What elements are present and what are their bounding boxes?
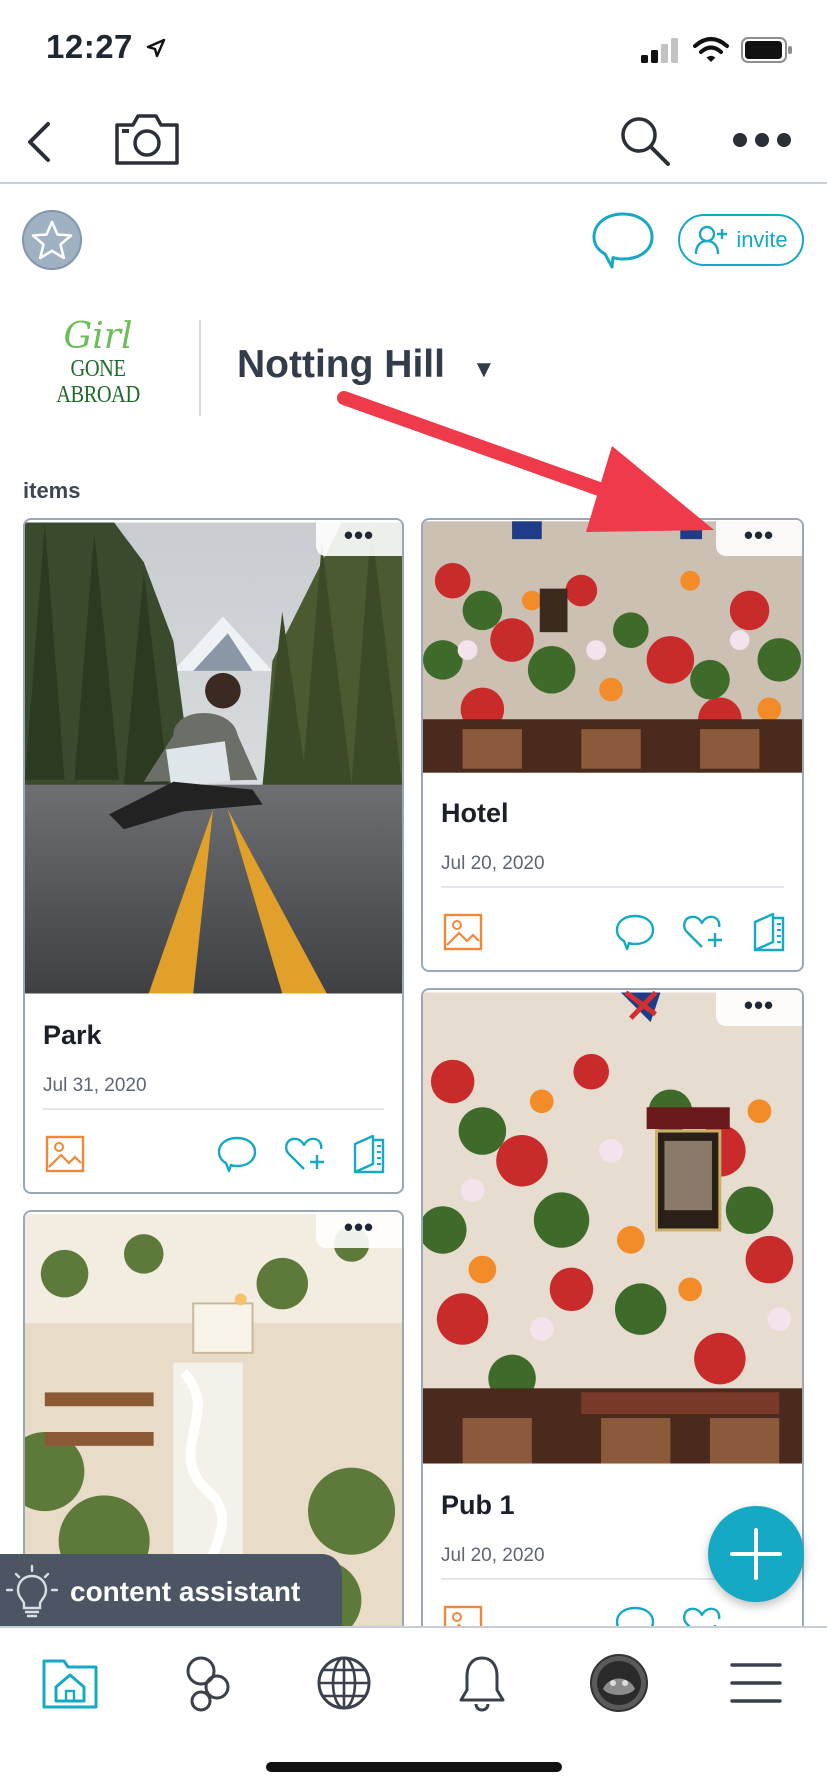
item-card-hotel[interactable]: ••• Hotel Jul 20, 2020 <box>421 518 804 972</box>
card-actions <box>441 910 790 956</box>
chat-icon <box>592 212 654 269</box>
image-icon <box>443 913 483 951</box>
tab-connections[interactable] <box>172 1648 242 1718</box>
search-icon <box>621 117 670 166</box>
card-divider <box>441 886 784 888</box>
comment-button[interactable] <box>613 910 657 954</box>
card-title: Hotel <box>441 798 509 828</box>
tab-profile[interactable] <box>584 1648 654 1718</box>
bell-icon <box>459 1656 505 1712</box>
comment-icon <box>615 914 655 951</box>
content-assistant-button[interactable]: content assistant <box>0 1554 342 1630</box>
photo-button[interactable] <box>441 910 485 954</box>
invite-button[interactable]: invite <box>678 214 804 266</box>
globe-icon <box>317 1656 371 1710</box>
menu-icon <box>730 1663 782 1703</box>
wifi-icon <box>693 37 729 62</box>
more-button[interactable] <box>722 120 802 160</box>
tab-home[interactable] <box>35 1648 105 1718</box>
lightbulb-icon <box>6 1564 58 1618</box>
heart-plus-icon <box>285 1137 324 1170</box>
project-title[interactable]: Notting Hill <box>237 343 445 387</box>
camera-icon <box>115 114 179 165</box>
notes-button[interactable] <box>747 910 791 954</box>
content-assistant-label: content assistant <box>70 1576 301 1607</box>
comment-icon <box>217 1136 257 1173</box>
home-icon <box>42 1659 98 1709</box>
status-bar: 12:27 <box>0 0 827 100</box>
book-icon <box>353 1134 385 1174</box>
like-button[interactable] <box>283 1132 327 1176</box>
book-icon <box>753 912 785 952</box>
plus-icon <box>730 1528 782 1580</box>
tab-notifications[interactable] <box>447 1648 517 1718</box>
card-menu-button[interactable]: ••• <box>316 1212 402 1248</box>
camera-button[interactable] <box>110 108 184 170</box>
card-title: Park <box>43 1020 102 1050</box>
chat-button[interactable] <box>590 210 656 270</box>
notes-button[interactable] <box>347 1132 391 1176</box>
park-photo <box>25 522 402 994</box>
heart-plus-icon <box>683 915 722 948</box>
more-horizontal-icon <box>733 133 791 147</box>
battery-icon <box>741 37 792 63</box>
nav-bar <box>0 100 827 184</box>
comment-button[interactable] <box>215 1132 259 1176</box>
photo-button[interactable] <box>43 1132 87 1176</box>
avatar <box>590 1654 648 1712</box>
add-item-button[interactable] <box>708 1506 804 1602</box>
image-icon <box>45 1135 85 1173</box>
project-dropdown-caret[interactable]: ▼ <box>472 356 496 384</box>
item-card-park[interactable]: ••• Park Jul 31, 2020 <box>23 518 404 1194</box>
header-divider <box>199 320 201 416</box>
hotel-photo <box>423 521 802 773</box>
status-time: 12:27 <box>46 28 133 65</box>
card-date: Jul 20, 2020 <box>441 853 545 874</box>
card-actions <box>43 1132 390 1178</box>
tab-menu[interactable] <box>721 1648 791 1718</box>
section-label: items <box>23 478 81 503</box>
card-menu-button[interactable]: ••• <box>716 990 802 1026</box>
favorite-button[interactable] <box>22 210 82 270</box>
tab-explore[interactable] <box>309 1648 379 1718</box>
card-menu-button[interactable]: ••• <box>316 520 402 556</box>
card-title: Pub 1 <box>441 1490 515 1520</box>
card-date: Jul 20, 2020 <box>441 1545 545 1566</box>
back-button[interactable] <box>14 114 64 170</box>
location-arrow-icon <box>146 38 166 58</box>
add-user-icon <box>695 225 728 255</box>
status-indicators <box>641 36 793 64</box>
star-icon <box>31 220 73 260</box>
card-menu-button[interactable]: ••• <box>716 520 802 556</box>
chevron-left-icon <box>28 122 50 162</box>
card-date: Jul 31, 2020 <box>43 1075 147 1096</box>
circles-icon <box>186 1656 230 1712</box>
pub-photo <box>423 990 802 1464</box>
card-divider <box>43 1108 384 1110</box>
like-button[interactable] <box>681 910 725 954</box>
cellular-signal-icon <box>641 38 678 63</box>
project-logo: Girl GONE ABROAD <box>56 316 140 409</box>
invite-label: invite <box>736 227 788 252</box>
search-button[interactable] <box>614 110 676 172</box>
home-indicator <box>266 1762 562 1772</box>
